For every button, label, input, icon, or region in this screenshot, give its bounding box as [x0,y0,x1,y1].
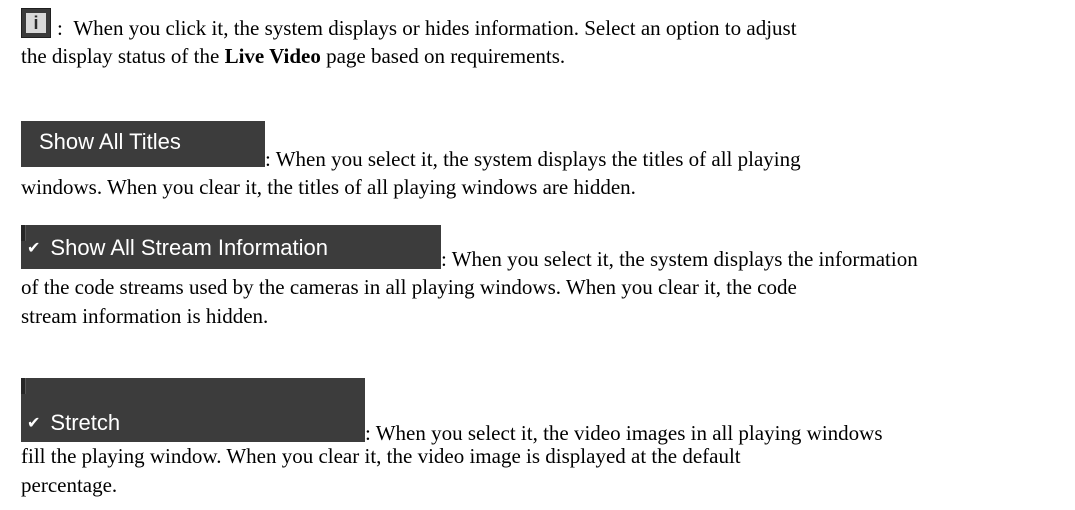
info-text-line2-post: page based on requirements. [320,44,566,68]
show-all-stream-info-text-line1: : When you select it, the system display… [441,247,918,271]
stream-info-checkbox-edge [21,225,26,241]
info-paragraph: i : When you click it, the system displa… [21,8,797,71]
stretch-text-line1: : When you select it, the video images i… [365,421,883,445]
info-icon-glyph: i [26,13,46,33]
stretch-check-icon: ✔ [27,415,41,432]
show-all-titles-paragraph: Show All Titles : When you select it, th… [21,121,801,202]
stream-info-check-icon: ✔ [27,240,41,257]
info-text-line1: When you click it, the system displays o… [73,16,797,40]
info-separator: : [57,16,63,40]
show-all-titles-text-line2: windows. When you clear it, the titles o… [21,175,636,199]
show-all-titles-button[interactable]: Show All Titles [21,121,265,167]
info-text-line2-pre: the display status of the [21,44,225,68]
show-all-stream-info-label: Show All Stream Information [50,235,328,260]
show-all-titles-text-line1: : When you select it, the system display… [265,147,801,171]
stretch-button[interactable]: ✔ Stretch [21,378,365,442]
stretch-checkbox-edge [21,378,26,394]
show-all-stream-info-paragraph: ✔ Show All Stream Information : When you … [21,225,918,331]
info-icon[interactable]: i [21,8,51,38]
stretch-paragraph: ✔ Stretch : When you select it, the video… [21,378,883,500]
show-all-stream-info-text-line3: stream information is hidden. [21,304,269,328]
stretch-text-line3: percentage. [21,473,118,497]
stretch-label: Stretch [50,410,121,435]
show-all-stream-info-button[interactable]: ✔ Show All Stream Information [21,225,441,269]
stretch-label-wrap: ✔ Stretch [27,408,120,440]
show-all-titles-label: Show All Titles [39,129,181,154]
info-text-line2-bold: Live Video [224,44,321,68]
show-all-stream-info-text-line2: of the code streams used by the cameras … [21,275,797,299]
